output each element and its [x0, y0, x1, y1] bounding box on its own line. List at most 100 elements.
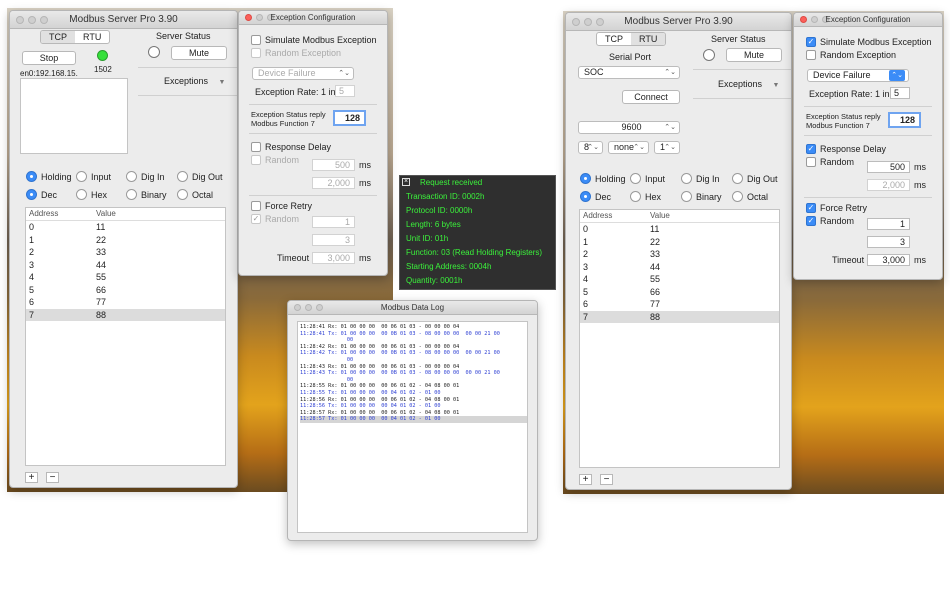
table-row[interactable]: 1 22	[26, 234, 225, 247]
radio-binary[interactable]: Binary	[126, 189, 167, 200]
cell-value[interactable]: 66	[650, 286, 779, 299]
table-row[interactable]: 6 77	[26, 296, 225, 309]
force-retry-checkbox[interactable]: ✓ Force Retry	[806, 203, 867, 213]
cell-value[interactable]: 77	[96, 296, 225, 309]
cell-value[interactable]: 22	[650, 236, 779, 249]
cell-value[interactable]: 22	[96, 234, 225, 247]
table-row[interactable]: 0 11	[580, 223, 779, 236]
exceptions-disclosure[interactable]: Exceptions ▼	[164, 76, 225, 86]
table-row[interactable]: 6 77	[580, 298, 779, 311]
table-row[interactable]: 5 66	[580, 286, 779, 299]
retry-max-field[interactable]: 3	[867, 236, 910, 248]
add-row-button[interactable]: +	[25, 472, 38, 483]
connect-button[interactable]: Connect	[622, 90, 680, 104]
retry-random-checkbox[interactable]: ✓ Random	[251, 214, 299, 224]
force-retry-checkbox[interactable]: Force Retry	[251, 201, 312, 211]
column-header-address[interactable]: Address	[580, 210, 650, 222]
delay-random-checkbox[interactable]: Random	[251, 155, 299, 165]
register-table[interactable]: Address Value 0 11 1 22 2 33 3 44 4 55 5 66 6 77…	[579, 209, 780, 468]
mute-button[interactable]: Mute	[726, 48, 782, 62]
stop-button[interactable]: Stop	[22, 51, 76, 65]
simulate-exception-checkbox[interactable]: Simulate Modbus Exception	[251, 35, 377, 45]
delay-random-checkbox[interactable]: Random	[806, 157, 854, 167]
cell-value[interactable]: 33	[96, 246, 225, 259]
radio-holding[interactable]: Holding	[580, 173, 626, 184]
title-bar[interactable]: Modbus Data Log	[288, 301, 537, 315]
retry-max-field[interactable]: 3	[312, 234, 355, 246]
table-row[interactable]: 3 44	[580, 261, 779, 274]
table-row[interactable]: 1 22	[580, 236, 779, 249]
remove-row-button[interactable]: −	[46, 472, 59, 483]
cell-value[interactable]: 88	[96, 309, 225, 322]
connections-list[interactable]	[20, 78, 128, 154]
radio-octal[interactable]: Octal	[177, 189, 213, 200]
delay-field[interactable]: 500	[312, 159, 355, 171]
tab-tcp[interactable]: TCP	[41, 31, 75, 43]
cell-value[interactable]: 11	[650, 223, 779, 236]
exception-type-select[interactable]: Device Failure ⌃⌄	[252, 67, 354, 80]
delay-field[interactable]: 500	[867, 161, 910, 173]
stop-bits-select[interactable]: 1 ⌃⌄	[654, 141, 680, 154]
radio-dig-in[interactable]: Dig In	[681, 173, 720, 184]
delay-max-field[interactable]: 2,000	[867, 179, 910, 191]
radio-dig-out[interactable]: Dig Out	[177, 171, 223, 182]
title-bar[interactable]: Exception Configuration	[239, 11, 387, 25]
close-icon[interactable]: ×	[402, 178, 410, 186]
radio-input[interactable]: Input	[630, 173, 665, 184]
table-row[interactable]: 5 66	[26, 284, 225, 297]
table-row[interactable]: 4 55	[580, 273, 779, 286]
timeout-field[interactable]: 3,000	[312, 252, 355, 264]
data-log-text[interactable]: 11:28:41 Rx: 01 00 00 00 00 06 01 03 - 0…	[297, 321, 528, 533]
parity-select[interactable]: none ⌃⌄	[608, 141, 649, 154]
table-row[interactable]: 7 88	[580, 310, 779, 324]
radio-hex[interactable]: Hex	[76, 189, 107, 200]
title-bar[interactable]: Modbus Server Pro 3.90	[566, 13, 791, 31]
add-row-button[interactable]: +	[579, 474, 592, 485]
cell-value[interactable]: 44	[96, 259, 225, 272]
table-row[interactable]: 7 88	[26, 308, 225, 322]
simulate-exception-checkbox[interactable]: ✓ Simulate Modbus Exception	[806, 37, 932, 47]
remove-row-button[interactable]: −	[600, 474, 613, 485]
cell-value[interactable]: 55	[96, 271, 225, 284]
retry-random-checkbox[interactable]: ✓ Random	[806, 216, 854, 226]
tab-rtu[interactable]: RTU	[75, 31, 109, 43]
column-header-value[interactable]: Value	[96, 208, 225, 220]
cell-value[interactable]: 77	[650, 298, 779, 311]
response-delay-checkbox[interactable]: Response Delay	[251, 142, 331, 152]
table-row[interactable]: 3 44	[26, 259, 225, 272]
data-bits-select[interactable]: 8 ⌃⌄	[578, 141, 603, 154]
radio-octal[interactable]: Octal	[732, 191, 768, 202]
table-row[interactable]: 2 33	[580, 248, 779, 261]
exception-rate-field[interactable]: 5	[335, 85, 355, 97]
radio-dec[interactable]: Dec	[580, 191, 611, 202]
register-table[interactable]: Address Value 0 11 1 22 2 33 3 44 4 55 5 66 6 77…	[25, 207, 226, 466]
random-exception-checkbox[interactable]: Random Exception	[251, 48, 341, 58]
table-row[interactable]: 2 33	[26, 246, 225, 259]
exception-rate-field[interactable]: 5	[890, 87, 910, 99]
mute-button[interactable]: Mute	[171, 46, 227, 60]
table-row[interactable]: 4 55	[26, 271, 225, 284]
column-header-address[interactable]: Address	[26, 208, 96, 220]
tab-rtu[interactable]: RTU	[631, 33, 666, 45]
cell-value[interactable]: 55	[650, 273, 779, 286]
response-delay-checkbox[interactable]: ✓ Response Delay	[806, 144, 886, 154]
exception-status-field[interactable]: 128	[333, 110, 366, 126]
exception-type-select[interactable]: Device Failure ⌃⌄	[807, 69, 909, 82]
cell-value[interactable]: 11	[96, 221, 225, 234]
random-exception-checkbox[interactable]: Random Exception	[806, 50, 896, 60]
column-header-value[interactable]: Value	[650, 210, 779, 222]
title-bar[interactable]: Modbus Server Pro 3.90	[10, 11, 237, 29]
radio-input[interactable]: Input	[76, 171, 111, 182]
table-row[interactable]: 0 11	[26, 221, 225, 234]
cell-value[interactable]: 88	[650, 311, 779, 324]
retry-field[interactable]: 1	[312, 216, 355, 228]
baud-rate-select[interactable]: 9600 ⌃⌄	[578, 121, 680, 134]
cell-value[interactable]: 44	[650, 261, 779, 274]
cell-value[interactable]: 66	[96, 284, 225, 297]
tab-tcp[interactable]: TCP	[597, 33, 631, 45]
exception-status-field[interactable]: 128	[888, 112, 921, 128]
radio-hex[interactable]: Hex	[630, 191, 661, 202]
radio-dig-in[interactable]: Dig In	[126, 171, 165, 182]
radio-holding[interactable]: Holding	[26, 171, 72, 182]
retry-field[interactable]: 1	[867, 218, 910, 230]
